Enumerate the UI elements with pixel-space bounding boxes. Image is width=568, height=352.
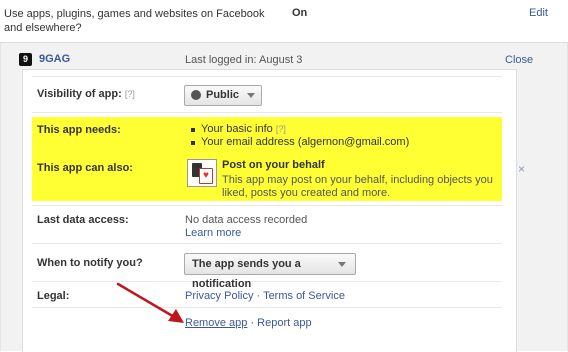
visibility-help-link[interactable]: [?] [125, 89, 135, 99]
globe-icon [191, 90, 201, 100]
terms-of-service-link[interactable]: Terms of Service [263, 290, 345, 302]
post-on-behalf-icon: ♥ [187, 159, 217, 187]
app-can-also-label: This app can also: [37, 162, 133, 174]
footer-links: Remove app · Report app [185, 317, 312, 329]
app-logo-icon: 9 [19, 53, 32, 66]
apps-setting-description: Use apps, plugins, games and websites on… [4, 8, 265, 34]
row-divider [32, 76, 502, 77]
last-logged-in: Last logged in: August 3 [185, 54, 303, 66]
bullet-icon [191, 128, 195, 132]
remove-app-link[interactable]: Remove app [185, 317, 247, 329]
close-link[interactable]: Close [505, 54, 533, 66]
permission-basic-info: Your basic info [?] [201, 123, 286, 135]
report-app-link[interactable]: Report app [257, 317, 311, 329]
edit-link[interactable]: Edit [529, 7, 548, 19]
apps-setting-status: On [292, 7, 308, 19]
separator: · [250, 317, 255, 329]
last-data-access-label: Last data access: [37, 214, 129, 226]
separator: · [256, 290, 261, 302]
red-arrow-annotation [116, 282, 184, 323]
notify-value: The app sends you a notification [192, 258, 301, 290]
visibility-label: Visibility of app: [?] [37, 88, 135, 100]
heart-card-icon: ♥ [199, 168, 213, 184]
permission-basic-info-text: Your basic info [201, 123, 273, 135]
basic-info-help-link[interactable]: [?] [276, 124, 286, 134]
last-data-access-value: No data access recorded [185, 214, 308, 226]
permission-email: Your email address (algernon@gmail.com) [201, 136, 410, 148]
row-divider [32, 243, 502, 244]
notify-label: When to notify you? [37, 257, 143, 269]
privacy-policy-link[interactable]: Privacy Policy [185, 290, 253, 302]
row-divider [32, 307, 502, 308]
visibility-dropdown[interactable]: Public [184, 85, 262, 106]
visibility-value: Public [206, 89, 240, 101]
row-divider [32, 205, 502, 206]
permission-description: This app may post on your behalf, includ… [222, 174, 493, 199]
chevron-down-icon [247, 93, 255, 98]
notify-dropdown[interactable]: The app sends you a notification [184, 253, 356, 290]
bullet-icon [191, 141, 195, 145]
permission-title: Post on your behalf [222, 159, 325, 171]
learn-more-link[interactable]: Learn more [185, 227, 241, 239]
app-needs-label: This app needs: [37, 124, 121, 136]
app-name: 9GAG [39, 53, 71, 65]
legal-links: Privacy Policy · Terms of Service [185, 290, 345, 302]
remove-permission-icon[interactable]: × [518, 162, 525, 176]
apps-settings-row: Use apps, plugins, games and websites on… [0, 0, 568, 42]
legal-label: Legal: [37, 290, 70, 302]
row-divider [32, 112, 502, 113]
visibility-label-text: Visibility of app: [37, 88, 122, 100]
chevron-down-icon [338, 262, 346, 267]
